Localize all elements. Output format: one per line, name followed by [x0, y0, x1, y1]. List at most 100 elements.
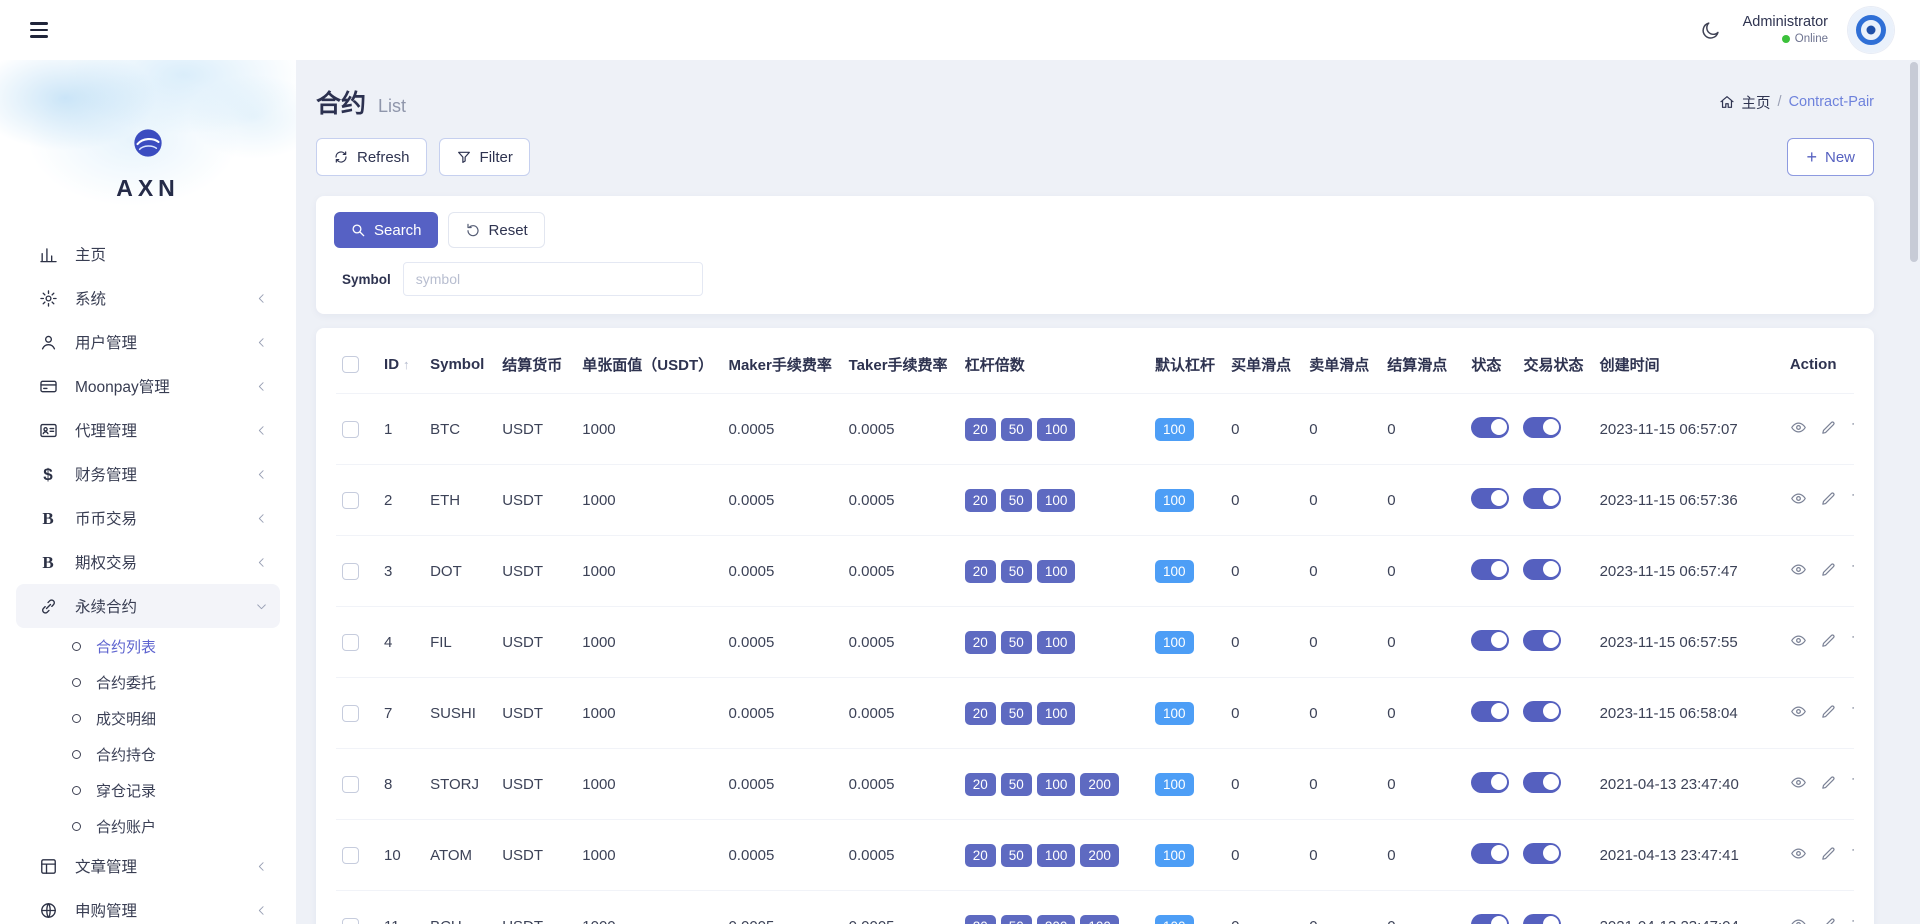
- row-checkbox[interactable]: [342, 705, 359, 722]
- cell-actions: [1784, 536, 1854, 607]
- pencil-icon: [1820, 916, 1837, 924]
- trade-status-toggle[interactable]: [1523, 701, 1561, 722]
- row-checkbox[interactable]: [342, 421, 359, 438]
- breadcrumb-current[interactable]: Contract-Pair: [1789, 94, 1874, 110]
- row-checkbox[interactable]: [342, 492, 359, 509]
- edit-button[interactable]: [1820, 845, 1837, 862]
- status-toggle[interactable]: [1471, 630, 1509, 651]
- sidebar-subitem[interactable]: 穿仓记录: [16, 772, 280, 808]
- sidebar-item[interactable]: 永续合约: [16, 584, 280, 628]
- symbol-input[interactable]: [403, 262, 703, 296]
- status-toggle[interactable]: [1471, 559, 1509, 580]
- sidebar-item[interactable]: 用户管理: [16, 320, 280, 364]
- menu-toggle-button[interactable]: [26, 18, 52, 41]
- scrollbar-thumb[interactable]: [1910, 62, 1918, 262]
- trade-status-toggle[interactable]: [1523, 417, 1561, 438]
- sidebar-subitem[interactable]: 合约委托: [16, 664, 280, 700]
- view-button[interactable]: [1790, 845, 1807, 862]
- row-checkbox[interactable]: [342, 776, 359, 793]
- trade-status-toggle[interactable]: [1523, 630, 1561, 651]
- eye-icon: [1790, 561, 1807, 578]
- status-toggle[interactable]: [1471, 914, 1509, 924]
- sidebar-item[interactable]: B期权交易: [16, 540, 280, 584]
- leverage-badge: 100: [1037, 631, 1076, 654]
- sidebar-item-label: 财务管理: [75, 463, 137, 485]
- sidebar-subitem[interactable]: 成交明细: [16, 700, 280, 736]
- sidebar-item[interactable]: 系统: [16, 276, 280, 320]
- avatar[interactable]: [1848, 7, 1894, 53]
- delete-button[interactable]: [1850, 561, 1854, 578]
- view-button[interactable]: [1790, 419, 1807, 436]
- delete-button[interactable]: [1850, 490, 1854, 507]
- status-toggle[interactable]: [1471, 843, 1509, 864]
- sidebar-subitem-label: 合约账户: [96, 816, 156, 837]
- edit-button[interactable]: [1820, 490, 1837, 507]
- sidebar-subitem[interactable]: 合约列表: [16, 628, 280, 664]
- row-checkbox[interactable]: [342, 634, 359, 651]
- edit-button[interactable]: [1820, 916, 1837, 924]
- row-checkbox[interactable]: [342, 918, 359, 924]
- trade-status-toggle[interactable]: [1523, 772, 1561, 793]
- admin-menu[interactable]: Administrator Online: [1743, 13, 1828, 47]
- dark-mode-toggle[interactable]: [1698, 18, 1723, 43]
- delete-button[interactable]: [1850, 845, 1854, 862]
- trade-status-toggle[interactable]: [1523, 843, 1561, 864]
- edit-button[interactable]: [1820, 774, 1837, 791]
- view-button[interactable]: [1790, 703, 1807, 720]
- view-button[interactable]: [1790, 774, 1807, 791]
- reset-button[interactable]: Reset: [448, 212, 545, 248]
- delete-button[interactable]: [1850, 916, 1854, 924]
- edit-button[interactable]: [1820, 632, 1837, 649]
- leverage-badge: 50: [1001, 773, 1032, 796]
- search-button[interactable]: Search: [334, 212, 438, 248]
- sidebar-item-label: 期权交易: [75, 551, 137, 573]
- select-all-checkbox[interactable]: [342, 356, 359, 373]
- row-checkbox[interactable]: [342, 563, 359, 580]
- cell-id: 1: [378, 394, 424, 465]
- chevron-left-icon: [255, 860, 268, 873]
- sidebar-item[interactable]: B币币交易: [16, 496, 280, 540]
- sidebar-subitem[interactable]: 合约账户: [16, 808, 280, 844]
- view-button[interactable]: [1790, 916, 1807, 924]
- leverage-badge: 100: [1037, 773, 1076, 796]
- sidebar-item[interactable]: 代理管理: [16, 408, 280, 452]
- trade-status-toggle[interactable]: [1523, 914, 1561, 924]
- view-button[interactable]: [1790, 632, 1807, 649]
- delete-button[interactable]: [1850, 632, 1854, 649]
- delete-button[interactable]: [1850, 774, 1854, 791]
- trade-status-toggle[interactable]: [1523, 559, 1561, 580]
- cell-id: 8: [378, 749, 424, 820]
- sidebar-subitem[interactable]: 合约持仓: [16, 736, 280, 772]
- cell-default-leverage: 100: [1149, 465, 1225, 536]
- view-button[interactable]: [1790, 561, 1807, 578]
- edit-button[interactable]: [1820, 703, 1837, 720]
- cell-created-at: 2023-11-15 06:57:07: [1594, 394, 1784, 465]
- cell-actions: [1784, 465, 1854, 536]
- new-button[interactable]: + New: [1787, 138, 1874, 176]
- delete-button[interactable]: [1850, 419, 1854, 436]
- sidebar-item[interactable]: 文章管理: [16, 844, 280, 888]
- sidebar-item[interactable]: Moonpay管理: [16, 364, 280, 408]
- status-toggle[interactable]: [1471, 417, 1509, 438]
- breadcrumb-home[interactable]: 主页: [1742, 92, 1771, 113]
- filter-button[interactable]: Filter: [439, 138, 530, 176]
- refresh-button[interactable]: Refresh: [316, 138, 427, 176]
- column-header[interactable]: ID↑: [378, 332, 424, 394]
- cell-settle-currency: USDT: [496, 820, 576, 891]
- row-checkbox[interactable]: [342, 847, 359, 864]
- sidebar-item[interactable]: 申购管理: [16, 888, 280, 924]
- sidebar-item[interactable]: 主页: [16, 232, 280, 276]
- edit-button[interactable]: [1820, 561, 1837, 578]
- column-header: Action: [1784, 332, 1854, 394]
- cell-face-value: 1000: [576, 749, 722, 820]
- table-row: 1BTCUSDT10000.00050.00052050100100000202…: [336, 394, 1854, 465]
- cell-default-leverage: 100: [1149, 820, 1225, 891]
- delete-button[interactable]: [1850, 703, 1854, 720]
- sidebar-item[interactable]: $财务管理: [16, 452, 280, 496]
- status-toggle[interactable]: [1471, 488, 1509, 509]
- trade-status-toggle[interactable]: [1523, 488, 1561, 509]
- edit-button[interactable]: [1820, 419, 1837, 436]
- view-button[interactable]: [1790, 490, 1807, 507]
- status-toggle[interactable]: [1471, 772, 1509, 793]
- status-toggle[interactable]: [1471, 701, 1509, 722]
